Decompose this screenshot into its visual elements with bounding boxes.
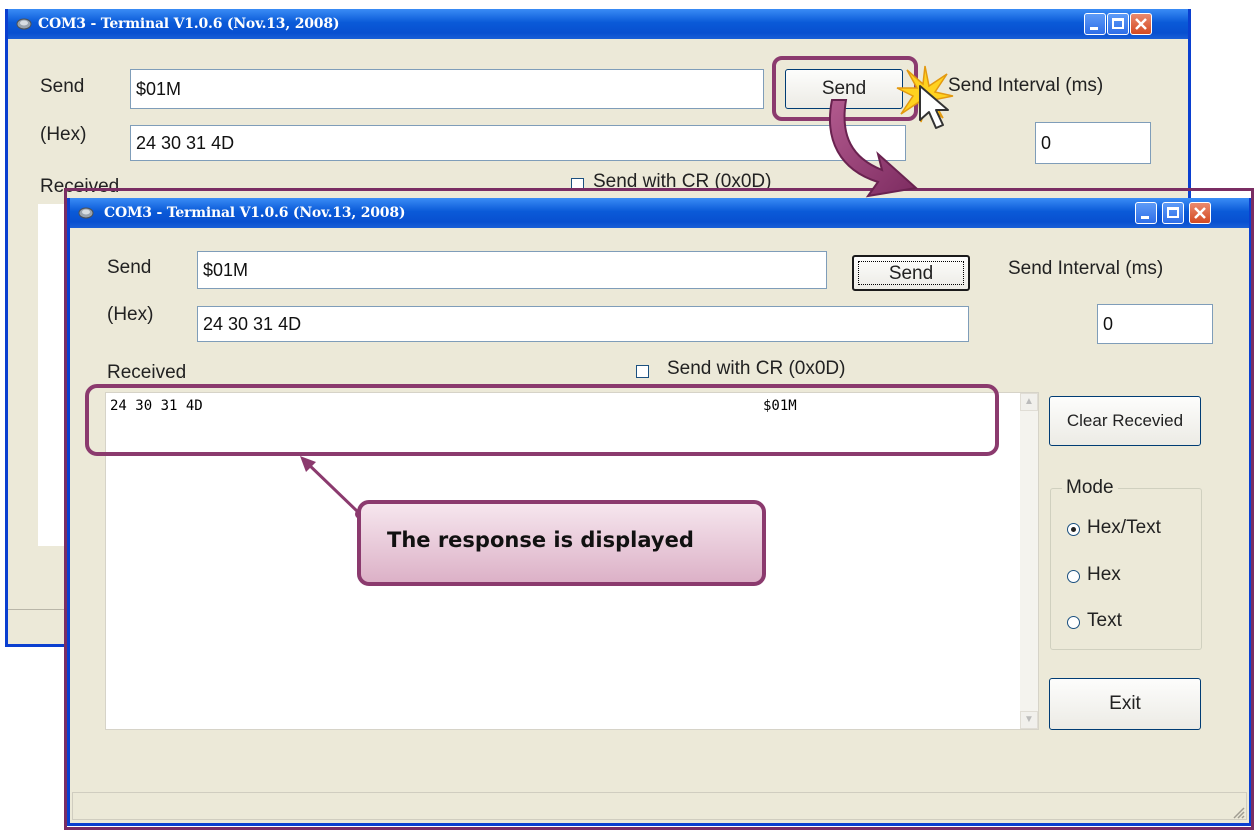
hex-label: (Hex): [40, 124, 87, 145]
maximize-button[interactable]: [1107, 13, 1129, 35]
send-input[interactable]: $01M: [130, 69, 764, 109]
mode-label: Mode: [1062, 477, 1118, 499]
close-icon: [1194, 207, 1206, 219]
minimize-button[interactable]: [1135, 202, 1157, 224]
send-interval-input[interactable]: 0: [1035, 122, 1151, 164]
app-icon: [78, 207, 94, 219]
received-label: Received: [107, 362, 187, 383]
send-button[interactable]: Send: [852, 255, 970, 291]
send-with-cr-checkbox[interactable]: [636, 365, 649, 378]
close-button[interactable]: [1130, 13, 1152, 35]
received-line-highlight: [85, 384, 999, 456]
clear-received-button[interactable]: Clear Recevied: [1049, 396, 1201, 446]
scroll-up-arrow[interactable]: ▲: [1020, 393, 1038, 411]
hex-input[interactable]: 24 30 31 4D: [130, 125, 906, 161]
maximize-icon: [1112, 18, 1124, 29]
exit-button[interactable]: Exit: [1049, 678, 1201, 730]
mode-hex-text-radio[interactable]: [1067, 523, 1080, 536]
response-callout: The response is displayed: [357, 500, 766, 586]
maximize-icon: [1167, 207, 1179, 218]
send-label: Send: [40, 76, 85, 97]
send-input[interactable]: $01M: [197, 251, 827, 289]
vertical-scrollbar[interactable]: ▲ ▼: [1020, 393, 1038, 729]
back-title-bar[interactable]: COM3 - Terminal V1.0.6 (Nov.13, 2008): [8, 9, 1188, 39]
minimize-icon: [1090, 27, 1098, 30]
mode-text-radio[interactable]: [1067, 616, 1080, 629]
hex-input[interactable]: 24 30 31 4D: [197, 306, 969, 342]
send-button-label: Send: [858, 261, 964, 285]
send-label: Send: [107, 257, 152, 278]
window-title: COM3 - Terminal V1.0.6 (Nov.13, 2008): [104, 205, 406, 221]
status-bar: [72, 792, 1247, 820]
received-label: Received: [40, 176, 120, 197]
minimize-icon: [1141, 216, 1149, 219]
front-title-bar[interactable]: COM3 - Terminal V1.0.6 (Nov.13, 2008): [70, 198, 1249, 228]
resize-grip-icon[interactable]: [1231, 805, 1245, 819]
send-with-cr-checkbox[interactable]: [571, 178, 584, 191]
minimize-button[interactable]: [1084, 13, 1106, 35]
send-interval-label: Send Interval (ms): [948, 75, 1104, 96]
send-interval-input[interactable]: 0: [1097, 304, 1213, 344]
window-title: COM3 - Terminal V1.0.6 (Nov.13, 2008): [38, 16, 340, 32]
callout-text: The response is displayed: [387, 528, 694, 552]
send-interval-label: Send Interval (ms): [1008, 258, 1164, 279]
mode-hex-radio[interactable]: [1067, 570, 1080, 583]
hex-label: (Hex): [107, 304, 154, 325]
close-icon: [1135, 18, 1147, 30]
send-with-cr-label: Send with CR (0x0D): [593, 171, 772, 192]
mode-hex-text-label: Hex/Text: [1087, 517, 1161, 538]
scroll-down-arrow[interactable]: ▼: [1020, 711, 1038, 729]
maximize-button[interactable]: [1162, 202, 1184, 224]
mode-text-label: Text: [1087, 610, 1122, 631]
app-icon: [16, 18, 32, 30]
send-with-cr-label: Send with CR (0x0D): [667, 358, 846, 379]
mode-hex-label: Hex: [1087, 564, 1121, 585]
mouse-cursor-icon: [919, 85, 949, 129]
close-button[interactable]: [1189, 202, 1211, 224]
